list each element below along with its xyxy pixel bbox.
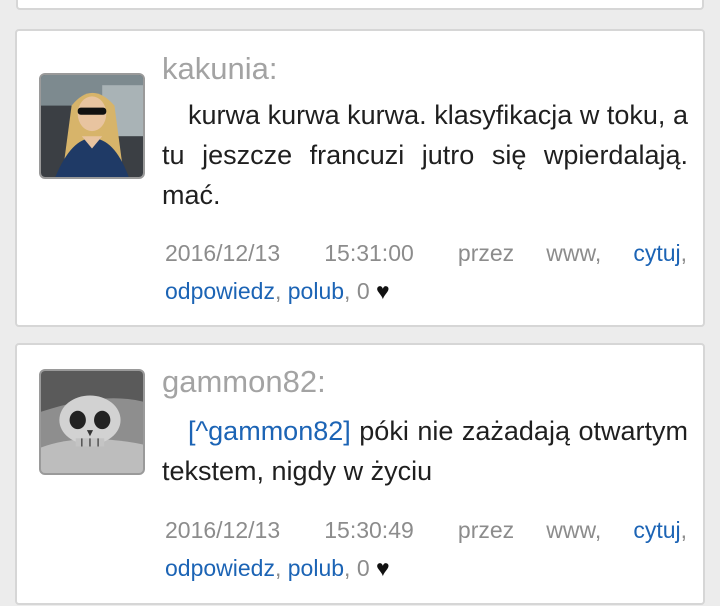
heart-icon: ♥ bbox=[376, 278, 390, 304]
comment-date: 2016/12/13 bbox=[165, 240, 281, 266]
quote-link[interactable]: cytuj bbox=[633, 517, 680, 543]
mention-link[interactable]: [^gammon82] bbox=[188, 416, 351, 446]
comment-text: kurwa kurwa kurwa. klasyfikacja w toku, … bbox=[162, 100, 688, 210]
comment-date: 2016/12/13 bbox=[165, 517, 281, 543]
comment-time: 15:30:49 bbox=[324, 517, 414, 543]
comment-text: [^gammon82] póki nie zażadają otwartym t… bbox=[162, 411, 688, 491]
reply-link[interactable]: odpowiedz bbox=[165, 555, 275, 581]
user-avatar[interactable] bbox=[39, 73, 145, 179]
like-count: 0 bbox=[356, 278, 370, 304]
comment-source: przez www, bbox=[457, 517, 602, 543]
comment-time: 15:31:00 bbox=[324, 240, 414, 266]
user-avatar[interactable] bbox=[39, 369, 145, 475]
like-link[interactable]: polub bbox=[288, 555, 344, 581]
heart-icon: ♥ bbox=[376, 555, 390, 581]
comment-source: przez www, bbox=[457, 240, 602, 266]
user-photo-avatar-icon bbox=[41, 75, 143, 177]
comment-card: kakunia: kurwa kurwa kurwa. klasyfikacja… bbox=[15, 29, 705, 327]
quote-link[interactable]: cytuj bbox=[633, 240, 680, 266]
skull-avatar-icon bbox=[41, 371, 143, 473]
comment-meta: 2016/12/13 15:31:00 przez www, cytuj, od… bbox=[165, 240, 688, 304]
reply-link[interactable]: odpowiedz bbox=[165, 278, 275, 304]
comment-meta: 2016/12/13 15:30:49 przez www, cytuj, od… bbox=[165, 517, 688, 581]
previous-comment-card bbox=[16, 0, 704, 10]
comment-username[interactable]: kakunia: bbox=[162, 51, 277, 87]
like-count: 0 bbox=[356, 555, 370, 581]
comment-username[interactable]: gammon82: bbox=[162, 364, 326, 400]
like-link[interactable]: polub bbox=[288, 278, 344, 304]
comment-card: gammon82: [^gammon82] póki nie zażadają … bbox=[15, 343, 705, 605]
